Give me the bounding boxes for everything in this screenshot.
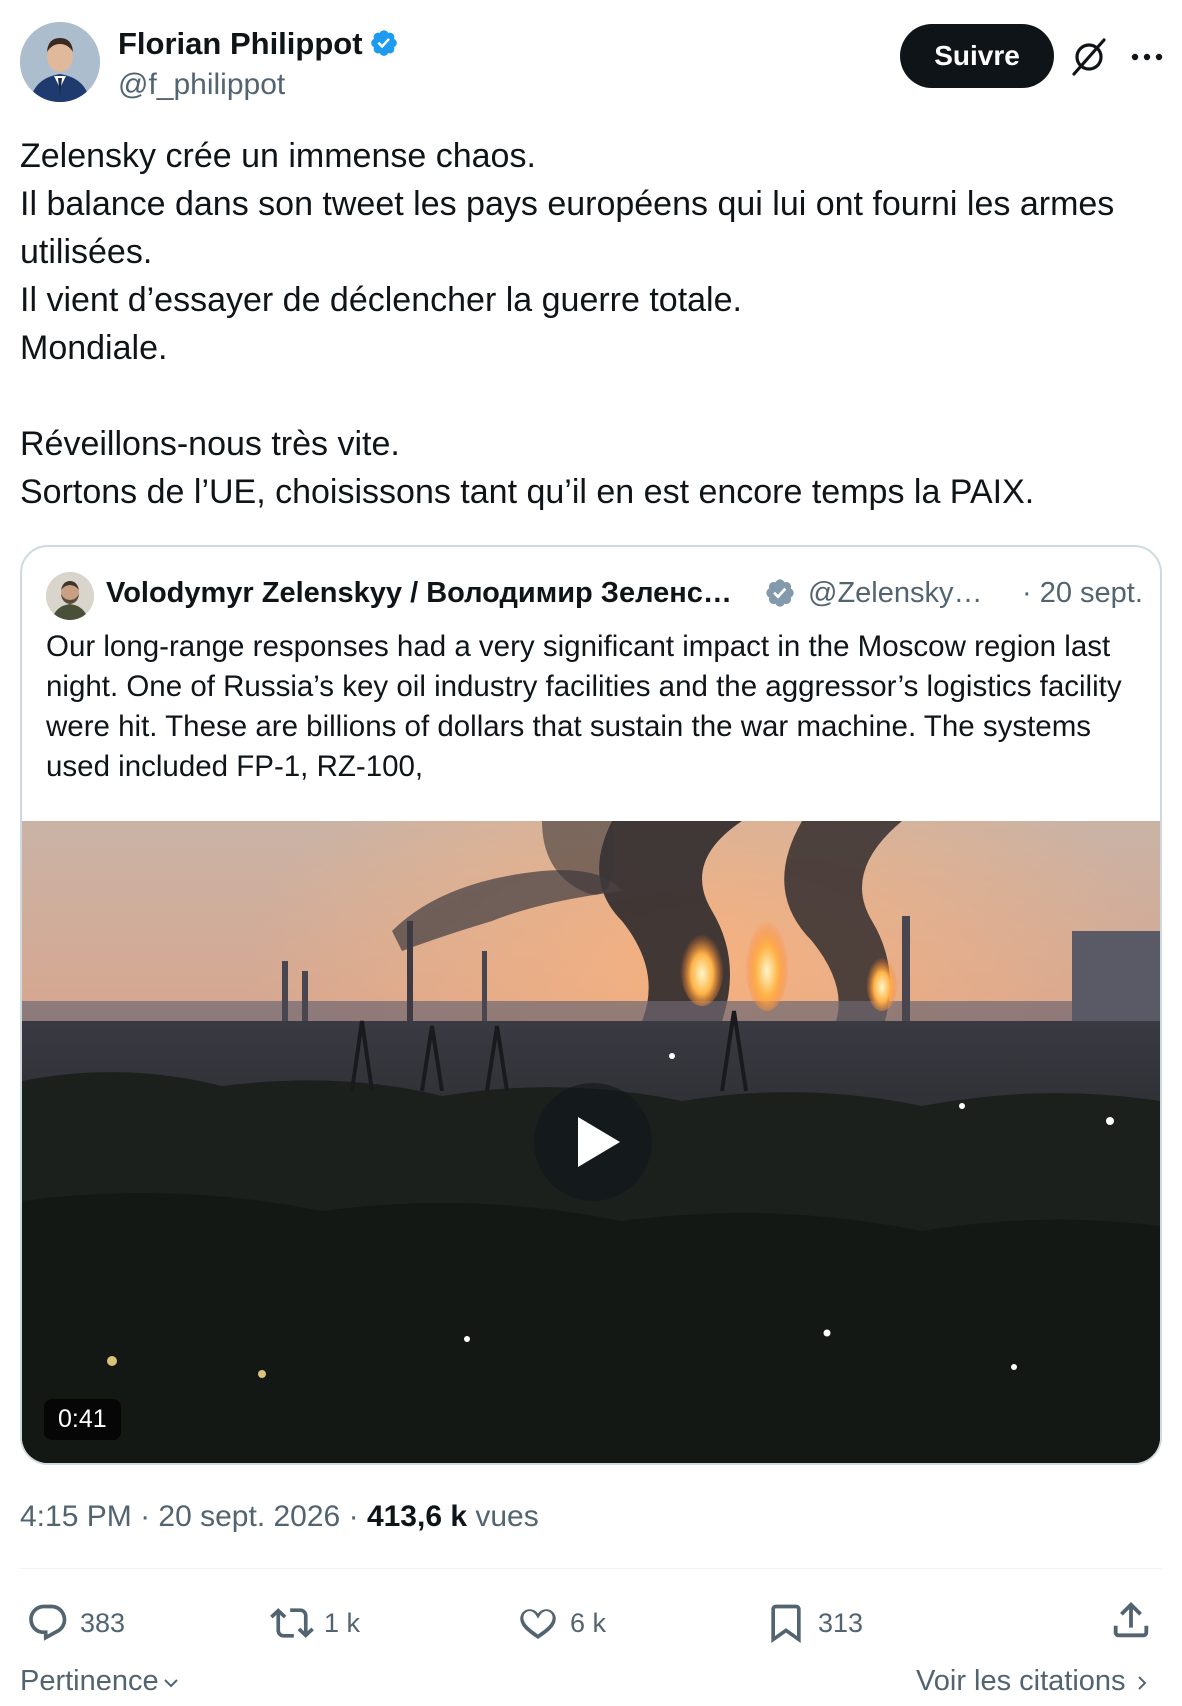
author-avatar[interactable] [20, 22, 100, 102]
play-button[interactable] [534, 1083, 652, 1201]
play-icon [578, 1117, 620, 1167]
tweet-meta: 4:15 PM · 20 sept. 2026 · 413,6 k vues [20, 1500, 539, 1534]
meta-separator: · [348, 1500, 359, 1533]
reply-button[interactable]: 383 [26, 1597, 125, 1649]
tweet-line: Zelensky crée un immense chaos. [20, 137, 536, 175]
quoted-date[interactable]: · 20 sept. [1022, 577, 1143, 610]
bookmark-count: 313 [818, 1607, 864, 1638]
more-options-icon[interactable] [1124, 34, 1170, 80]
reply-count: 383 [80, 1607, 126, 1638]
heart-icon [520, 1609, 556, 1639]
chevron-right-icon [1137, 1676, 1146, 1690]
grok-icon[interactable] [1066, 34, 1112, 80]
quoted-author-handle[interactable]: @Zelensky… [808, 577, 982, 610]
author-handle[interactable]: @f_philippot [118, 68, 285, 102]
views-count: 413,6 k [366, 1500, 468, 1533]
author-name[interactable]: Florian Philippot [118, 26, 399, 66]
share-button[interactable] [1108, 1597, 1154, 1648]
divider [20, 1568, 1162, 1569]
view-quotes-link[interactable]: Voir les citations [916, 1665, 1152, 1698]
follow-button[interactable]: Suivre [900, 24, 1054, 88]
tweet-time[interactable]: 4:15 PM [20, 1500, 132, 1533]
sort-dropdown[interactable]: Pertinence [20, 1665, 181, 1698]
tweet-date[interactable]: 20 sept. 2026 [158, 1500, 340, 1533]
like-count: 6 k [570, 1607, 607, 1638]
sort-label: Pertinence [20, 1665, 159, 1697]
repost-count: 1 k [324, 1607, 361, 1638]
view-quotes-label: Voir les citations [916, 1665, 1126, 1697]
reply-icon [29, 1604, 67, 1641]
video-player[interactable]: 0:41 [22, 821, 1160, 1463]
gray-verified-badge-icon [764, 577, 796, 614]
quoted-author-avatar[interactable] [46, 572, 94, 620]
views-label: vues [475, 1500, 539, 1533]
tweet-text: Zelensky crée un immense chaos. Il balan… [20, 132, 1170, 516]
verified-badge-icon [369, 28, 399, 66]
repost-button[interactable]: 1 k [270, 1597, 360, 1649]
meta-separator: · [140, 1500, 151, 1533]
repost-icon [270, 1608, 314, 1638]
quoted-author-name[interactable]: Volodymyr Zelenskyy / Володимир Зеленс… [106, 577, 732, 610]
share-icon [1113, 1601, 1149, 1638]
tweet-line: Il balance dans son tweet les pays europ… [20, 185, 1115, 271]
quoted-tweet-card[interactable]: Volodymyr Zelenskyy / Володимир Зеленс… … [20, 545, 1162, 1465]
tweet-line: Sortons de l’UE, choisissons tant qu’il … [20, 473, 1035, 511]
chevron-down-icon [163, 1679, 178, 1688]
quoted-tweet-text: Our long-range responses had a very sign… [46, 630, 1122, 783]
bookmark-button[interactable]: 313 [764, 1597, 863, 1649]
tweet-line: Mondiale. [20, 329, 168, 367]
tweet-line: Il vient d’essayer de déclencher la guer… [20, 281, 742, 319]
video-duration: 0:41 [44, 1399, 121, 1440]
like-button[interactable]: 6 k [516, 1597, 606, 1649]
bookmark-icon [771, 1604, 801, 1644]
tweet-line: Réveillons-nous très vite. [20, 425, 400, 463]
